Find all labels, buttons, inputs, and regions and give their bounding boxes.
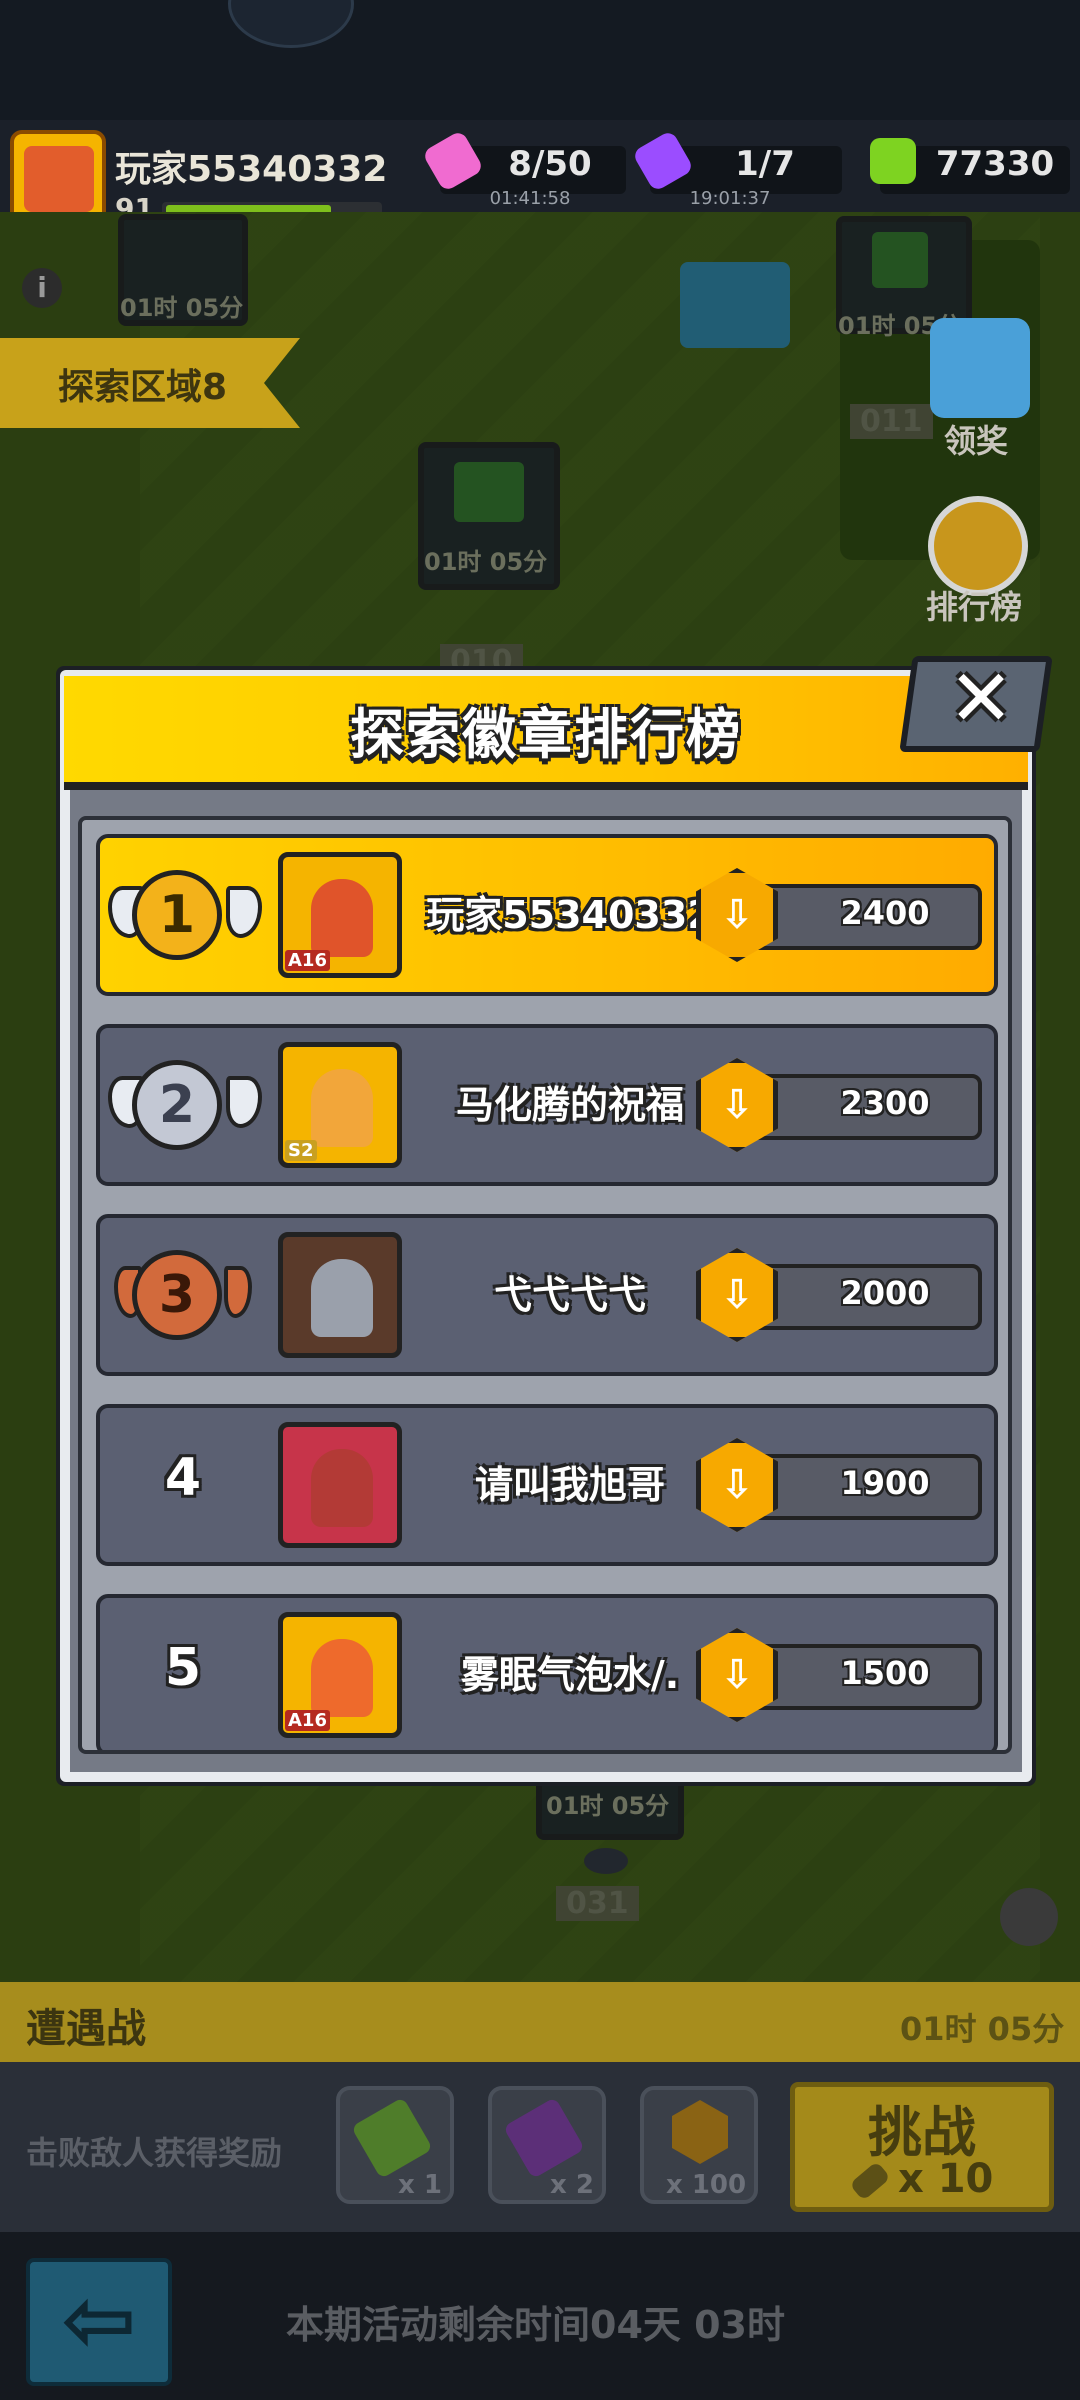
avatar-portrait-icon bbox=[311, 1639, 373, 1717]
reward-count: x 2 bbox=[550, 2170, 594, 2200]
encounter-timer: 01时 05分 bbox=[900, 2010, 1065, 2048]
area-banner-label: 探索区域8 bbox=[58, 367, 228, 408]
avatar[interactable]: A16 bbox=[278, 1612, 402, 1738]
score-value: 2300 bbox=[840, 1084, 930, 1122]
rank-number: 4 bbox=[164, 1448, 202, 1508]
player-name: 玩家55340332 bbox=[426, 893, 714, 937]
avatar[interactable]: S2 bbox=[278, 1042, 402, 1168]
modal-header-divider bbox=[64, 782, 1028, 790]
score-value: 1500 bbox=[840, 1654, 930, 1692]
reward-count: x 1 bbox=[398, 2170, 442, 2200]
avatar-portrait-icon bbox=[311, 1259, 373, 1337]
badge-arrow-icon: ⇩ bbox=[720, 892, 754, 938]
rank-number: 5 bbox=[164, 1638, 202, 1698]
rank-wing-icon bbox=[224, 1266, 252, 1318]
info-icon[interactable]: i bbox=[22, 268, 62, 308]
avatar-tag: A16 bbox=[285, 1710, 330, 1731]
leaderboard-row[interactable]: 5 A16 雾眠气泡水/. ⇩ 1500 bbox=[96, 1594, 998, 1750]
energy-timer: 01:41:58 bbox=[489, 188, 571, 209]
modal-title: 探索徽章排行榜 bbox=[350, 703, 742, 766]
gift-label: 领奖 bbox=[944, 422, 1009, 460]
player-avatar-face-icon bbox=[24, 146, 94, 212]
badge-arrow-icon: ⇩ bbox=[720, 1462, 754, 1508]
rank-badge: 3 bbox=[132, 1250, 222, 1340]
leaderboard-icon[interactable] bbox=[928, 496, 1028, 596]
rank-badge: 1 bbox=[132, 870, 222, 960]
rank-wing-icon bbox=[226, 1076, 262, 1128]
potion-value: 1/7 bbox=[735, 144, 795, 184]
avatar-portrait-icon bbox=[311, 1069, 373, 1147]
rank-badge: 2 bbox=[132, 1060, 222, 1150]
event-remaining-time: 本期活动剩余时间04天 03时 bbox=[286, 2303, 785, 2347]
gem-value: 77330 bbox=[935, 144, 1055, 184]
score-value: 2000 bbox=[840, 1274, 930, 1312]
badge-arrow-icon: ⇩ bbox=[720, 1652, 754, 1698]
player-name: 弋弋弋弋 bbox=[493, 1273, 646, 1317]
reward-description: 击败敌人获得奖励 bbox=[26, 2134, 283, 2172]
avatar-portrait-icon bbox=[311, 879, 373, 957]
score-value: 1900 bbox=[840, 1464, 930, 1502]
avatar[interactable] bbox=[278, 1422, 402, 1548]
player-name: 马化腾的祝福 bbox=[455, 1083, 684, 1127]
reward-count: x 100 bbox=[666, 2170, 747, 2200]
energy-value: 8/50 bbox=[508, 144, 592, 184]
player-name: 请叫我旭哥 bbox=[474, 1463, 665, 1507]
avatar-portrait-icon bbox=[311, 1449, 373, 1527]
avatar[interactable]: A16 bbox=[278, 852, 402, 978]
avatar[interactable] bbox=[278, 1232, 402, 1358]
close-icon[interactable]: ✕ bbox=[936, 654, 1026, 744]
leaderboard-list[interactable]: 1 A16 玩家55340332 ⇩ 2400 2 S2 马化腾的祝福 ⇩ 23… bbox=[78, 816, 1012, 1754]
badge-arrow-icon: ⇩ bbox=[720, 1272, 754, 1318]
back-button[interactable]: ⇦ bbox=[26, 2258, 172, 2386]
rank-wing-icon bbox=[226, 886, 262, 938]
leaderboard-row[interactable]: 3 弋弋弋弋 ⇩ 2000 bbox=[96, 1214, 998, 1376]
player-name: 玩家55340332 bbox=[115, 149, 388, 190]
green-gem-icon bbox=[870, 138, 916, 184]
potion-timer: 19:01:37 bbox=[689, 188, 771, 209]
player-name: 雾眠气泡水/. bbox=[460, 1653, 680, 1697]
gift-icon[interactable] bbox=[930, 318, 1030, 418]
leaderboard-row[interactable]: 1 A16 玩家55340332 ⇩ 2400 bbox=[96, 834, 998, 996]
encounter-title: 遭遇战 bbox=[26, 2006, 146, 2052]
leaderboard-row[interactable]: 4 请叫我旭哥 ⇩ 1900 bbox=[96, 1404, 998, 1566]
leaderboard-row[interactable]: 2 S2 马化腾的祝福 ⇩ 2300 bbox=[96, 1024, 998, 1186]
leaderboard-label: 排行榜 bbox=[926, 588, 1023, 626]
score-value: 2400 bbox=[840, 894, 930, 932]
top-bar bbox=[0, 0, 1080, 120]
challenge-cost: x 10 bbox=[898, 2156, 994, 2202]
avatar-tag: A16 bbox=[285, 950, 330, 971]
location-icon[interactable] bbox=[1000, 1888, 1058, 1946]
avatar-tag: S2 bbox=[285, 1140, 317, 1161]
badge-arrow-icon: ⇩ bbox=[720, 1082, 754, 1128]
